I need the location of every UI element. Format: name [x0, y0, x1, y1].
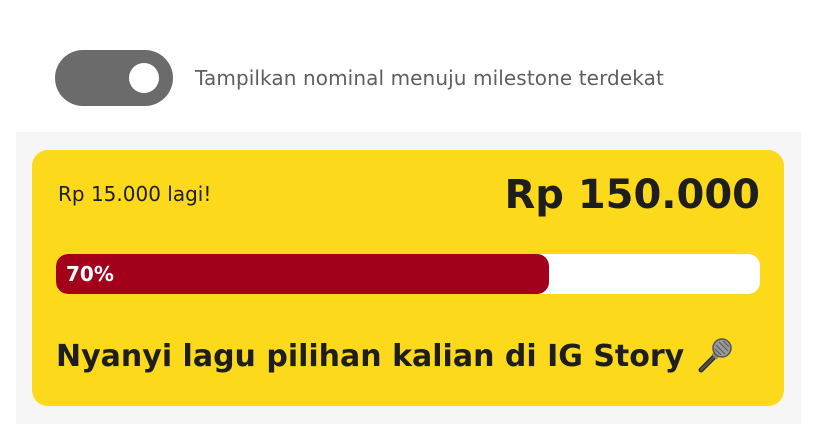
toggle-knob[interactable] — [129, 63, 159, 93]
target-amount: Rp 150.000 — [504, 172, 760, 218]
progress-bar: 70% — [56, 254, 760, 294]
remaining-amount: Rp 15.000 lagi! — [58, 182, 212, 206]
milestone-card: Rp 15.000 lagi! Rp 150.000 70% Nyanyi la… — [32, 150, 784, 406]
progress-fill: 70% — [56, 254, 549, 294]
milestone-description: Nyanyi lagu pilihan kalian di IG Story — [56, 336, 734, 376]
progress-percent-label: 70% — [66, 262, 114, 286]
toggle-label: Tampilkan nominal menuju milestone terde… — [195, 66, 664, 90]
show-nominal-toggle[interactable] — [55, 50, 173, 106]
microphone-icon — [694, 336, 734, 376]
toggle-row: Tampilkan nominal menuju milestone terde… — [55, 50, 664, 106]
milestone-settings-view: Tampilkan nominal menuju milestone terde… — [0, 0, 818, 446]
milestone-text: Nyanyi lagu pilihan kalian di IG Story — [56, 338, 685, 374]
